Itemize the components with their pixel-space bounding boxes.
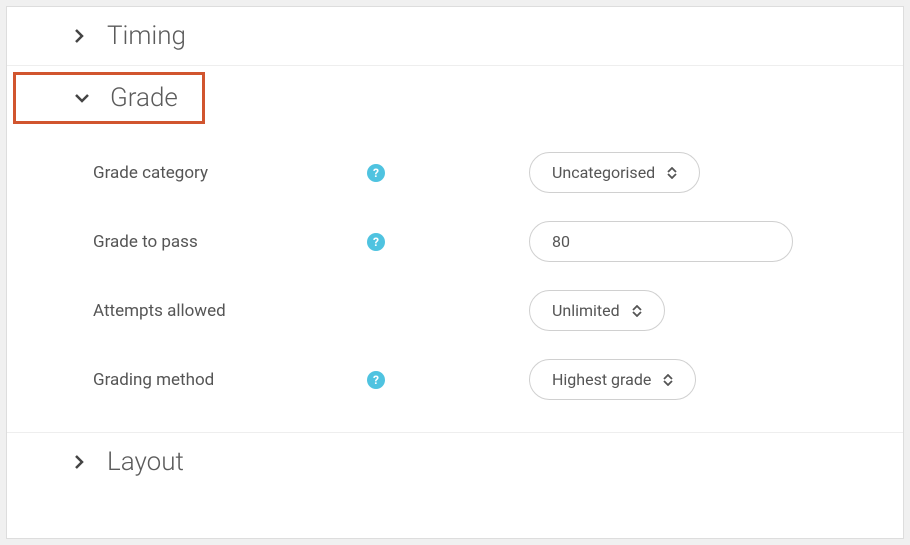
help-col: ? <box>367 233 427 251</box>
updown-icon <box>667 167 677 179</box>
help-col: ? <box>367 164 427 182</box>
section-grade-body: Grade category ? Uncategorised Grade to … <box>7 130 903 433</box>
select-grading-method[interactable]: Highest grade <box>529 359 696 400</box>
label-grade-to-pass: Grade to pass <box>7 232 367 252</box>
chevron-down-icon <box>72 88 92 108</box>
settings-panel: Timing Grade Grade category ? Uncategori… <box>6 6 904 539</box>
section-grade-title: Grade <box>110 83 178 113</box>
updown-icon <box>632 305 642 317</box>
select-grade-category[interactable]: Uncategorised <box>529 152 700 193</box>
section-layout-title: Layout <box>107 447 184 477</box>
help-icon[interactable]: ? <box>367 233 385 251</box>
control-col: Highest grade <box>427 359 696 400</box>
section-layout-header[interactable]: Layout <box>7 433 903 491</box>
control-col: Unlimited <box>427 290 665 331</box>
section-timing-header[interactable]: Timing <box>7 7 903 66</box>
help-icon[interactable]: ? <box>367 371 385 389</box>
row-grading-method: Grading method ? Highest grade <box>7 345 903 414</box>
control-col <box>427 221 793 262</box>
help-col: ? <box>367 371 427 389</box>
updown-icon <box>663 374 673 386</box>
select-grading-method-value: Highest grade <box>552 370 651 389</box>
help-icon[interactable]: ? <box>367 164 385 182</box>
input-grade-to-pass[interactable] <box>529 221 793 262</box>
select-grade-category-value: Uncategorised <box>552 163 655 182</box>
section-grade-header[interactable]: Grade <box>13 72 205 124</box>
select-attempts-allowed-value: Unlimited <box>552 301 620 320</box>
section-timing-title: Timing <box>107 21 186 51</box>
select-attempts-allowed[interactable]: Unlimited <box>529 290 665 331</box>
chevron-right-icon <box>69 26 89 46</box>
chevron-right-icon <box>69 452 89 472</box>
section-grade-header-wrap: Grade <box>7 66 903 130</box>
row-attempts-allowed: Attempts allowed Unlimited <box>7 276 903 345</box>
label-grade-category: Grade category <box>7 163 367 183</box>
row-grade-to-pass: Grade to pass ? <box>7 207 903 276</box>
row-grade-category: Grade category ? Uncategorised <box>7 138 903 207</box>
label-grading-method: Grading method <box>7 370 367 390</box>
label-attempts-allowed: Attempts allowed <box>7 301 367 321</box>
control-col: Uncategorised <box>427 152 700 193</box>
